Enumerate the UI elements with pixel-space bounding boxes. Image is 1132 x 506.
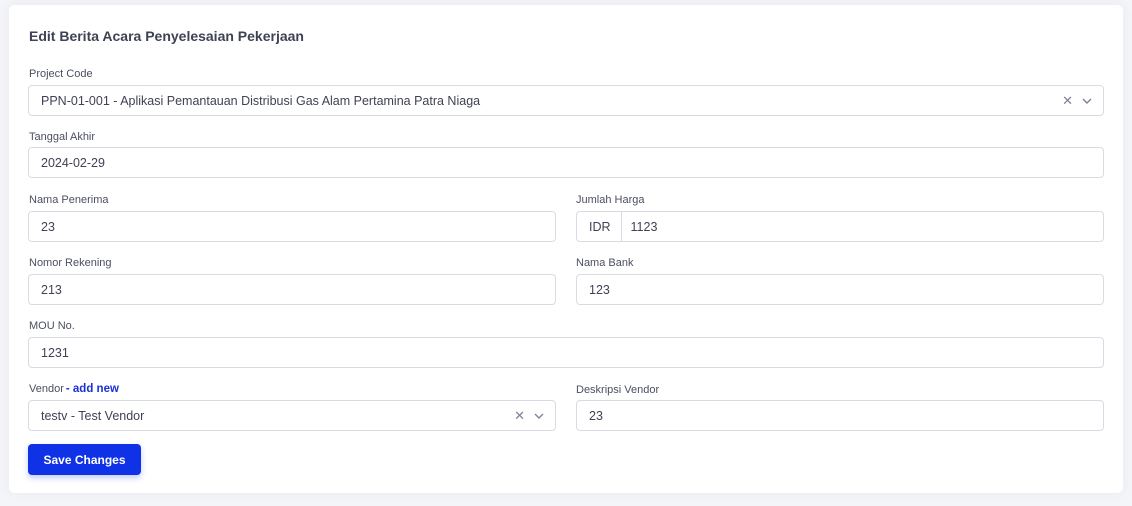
deskripsi-vendor-value: 23 (589, 408, 603, 423)
form-card: Edit Berita Acara Penyelesaian Pekerjaan… (9, 5, 1123, 493)
nomor-rekening-input[interactable]: 213 (28, 274, 556, 305)
mou-no-input[interactable]: 1231 (28, 337, 1104, 368)
jumlah-harga-label: Jumlah Harga (576, 194, 645, 206)
nama-bank-value: 123 (589, 282, 610, 297)
tanggal-akhir-label: Tanggal Akhir (29, 131, 96, 143)
nama-bank-input[interactable]: 123 (576, 274, 1104, 305)
nama-penerima-value: 23 (41, 219, 55, 234)
vendor-label-text: Vendor (29, 383, 64, 395)
project-code-label: Project Code (29, 68, 93, 80)
close-icon[interactable]: ✕ (514, 409, 525, 422)
currency-prefix: IDR (589, 212, 622, 241)
nomor-rekening-label: Nomor Rekening (29, 257, 112, 269)
tanggal-akhir-input[interactable]: 2024-02-29 (28, 147, 1104, 178)
mou-no-value: 1231 (41, 345, 69, 360)
vendor-label: Vendor - add new (29, 383, 119, 395)
nomor-rekening-value: 213 (41, 282, 62, 297)
deskripsi-vendor-input[interactable]: 23 (576, 400, 1104, 431)
nama-bank-label: Nama Bank (576, 257, 634, 269)
project-code-select[interactable]: PPN-01-001 - Aplikasi Pemantauan Distrib… (28, 85, 1104, 116)
chevron-down-icon[interactable] (533, 410, 545, 422)
deskripsi-vendor-label: Deskripsi Vendor (576, 384, 660, 396)
jumlah-harga-value: 1123 (630, 219, 658, 234)
chevron-down-icon[interactable] (1081, 95, 1093, 107)
add-new-vendor-link[interactable]: - add new (66, 383, 119, 395)
jumlah-harga-input[interactable]: IDR 1123 (576, 211, 1104, 242)
vendor-value: testv - Test Vendor (41, 408, 145, 423)
mou-no-label: MOU No. (29, 320, 75, 332)
save-changes-button[interactable]: Save Changes (28, 444, 141, 475)
close-icon[interactable]: ✕ (1062, 94, 1073, 107)
page-title: Edit Berita Acara Penyelesaian Pekerjaan (29, 28, 304, 44)
project-code-value: PPN-01-001 - Aplikasi Pemantauan Distrib… (41, 93, 481, 108)
vendor-select[interactable]: testv - Test Vendor ✕ (28, 400, 556, 431)
tanggal-akhir-value: 2024-02-29 (41, 155, 105, 170)
nama-penerima-label: Nama Penerima (29, 194, 109, 206)
nama-penerima-input[interactable]: 23 (28, 211, 556, 242)
